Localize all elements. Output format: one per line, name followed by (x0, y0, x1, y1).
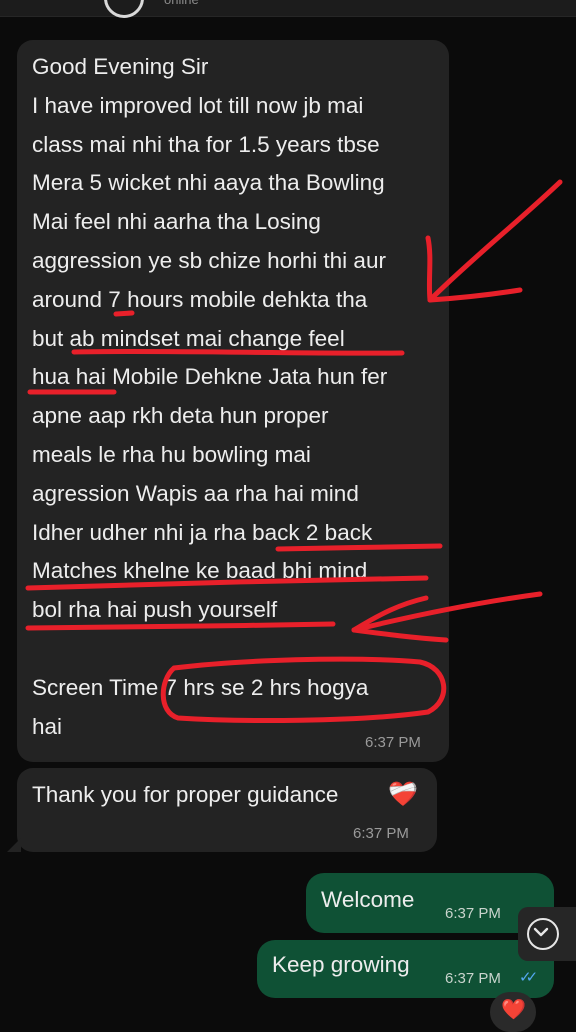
contact-avatar[interactable] (104, 0, 144, 18)
message-bubble-incoming[interactable]: Good Evening Sir I have improved lot til… (17, 40, 449, 762)
message-bubble-outgoing[interactable]: Welcome 6:37 PM (306, 873, 554, 933)
scroll-to-bottom-button[interactable] (518, 907, 576, 961)
message-text: Thank you for proper guidance (32, 782, 339, 807)
message-bubble-incoming[interactable]: Thank you for proper guidance ❤️‍🩹 6:37 … (17, 768, 437, 852)
message-text: Welcome (321, 887, 415, 912)
message-text: Good Evening Sir I have improved lot til… (32, 54, 388, 739)
message-text: Keep growing (272, 952, 410, 977)
arrow-top-right (427, 179, 563, 303)
chat-header: online (0, 0, 576, 18)
contact-status: online (164, 0, 199, 7)
message-timestamp: 6:37 PM (445, 970, 501, 987)
message-bubble-outgoing[interactable]: Keep growing 6:37 PM ✓✓ (257, 940, 554, 998)
message-timestamp: 6:37 PM (445, 905, 501, 922)
chevron-down-icon (527, 918, 559, 950)
message-reaction[interactable]: ❤️ (490, 992, 536, 1032)
message-timestamp: 6:37 PM (353, 825, 409, 842)
read-receipt-icon: ✓✓ (519, 969, 538, 986)
heart-icon: ❤️ (501, 999, 526, 1021)
bubble-tail (7, 838, 21, 852)
mending-heart-icon: ❤️‍🩹 (388, 781, 418, 808)
message-timestamp: 6:37 PM (365, 734, 421, 751)
